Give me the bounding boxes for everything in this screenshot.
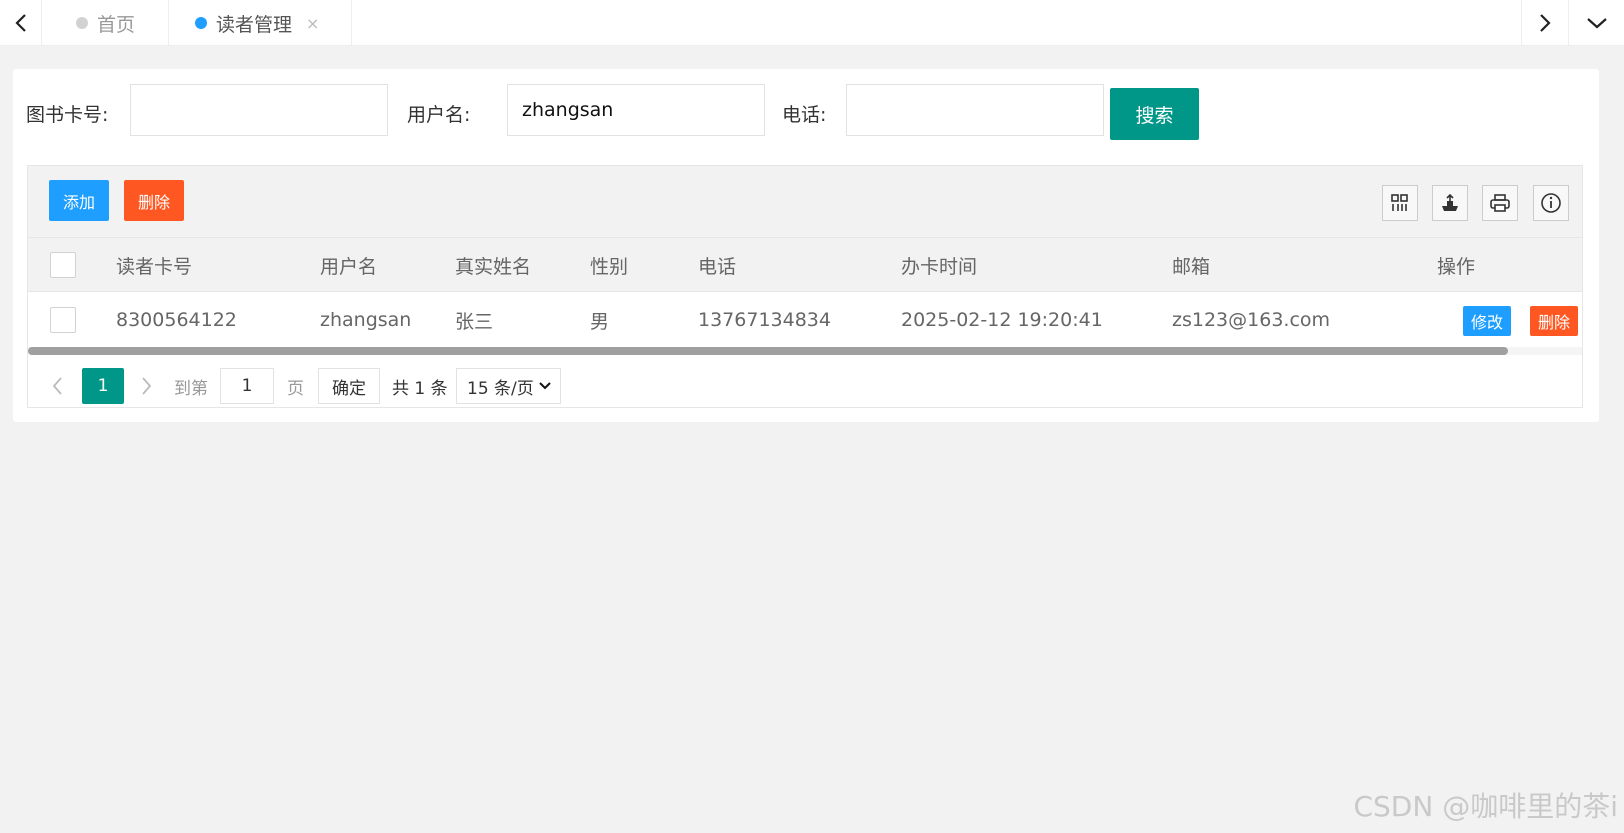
export-button[interactable] [1432, 185, 1468, 221]
phone-label: 电话: [782, 104, 827, 126]
row-checkbox[interactable] [50, 307, 76, 333]
card-number-input[interactable] [130, 84, 388, 136]
table-row[interactable]: 8300564122 zhangsan 张三 男 13767134834 202… [28, 293, 1582, 347]
content-card: 图书卡号: 用户名: 电话: 搜索 添加 删除 读者卡号 [13, 69, 1599, 422]
delete-row-button[interactable]: 删除 [1530, 306, 1579, 336]
column-header: 操作 [1437, 255, 1476, 278]
columns-icon [1391, 194, 1408, 211]
horizontal-scrollbar[interactable] [28, 347, 1582, 355]
current-page[interactable]: 1 [82, 368, 124, 404]
tab-bar: 首页 读者管理 × [0, 0, 1624, 46]
scrollbar-thumb[interactable] [28, 347, 1508, 355]
cell-card-number: 8300564122 [116, 309, 237, 331]
column-header: 邮箱 [1172, 255, 1211, 278]
info-button[interactable] [1533, 185, 1569, 221]
cell-username: zhangsan [320, 309, 412, 331]
info-icon [1541, 193, 1561, 213]
close-icon[interactable]: × [306, 14, 319, 33]
column-header: 读者卡号 [116, 255, 193, 278]
data-table: 添加 删除 读者卡号 用户名 真实姓名 性别 电话 办卡时间 邮箱 操作 830… [27, 165, 1583, 408]
chevron-down-icon [539, 382, 551, 390]
cell-phone: 13767134834 [698, 309, 831, 331]
page-unit-label: 页 [287, 378, 304, 399]
table-toolbar: 添加 删除 [28, 166, 1582, 238]
pagination: 1 到第 页 确定 共 1 条 15 条/页 [28, 356, 1582, 408]
tab-home[interactable]: 首页 [42, 0, 169, 46]
search-button[interactable]: 搜索 [1110, 88, 1199, 140]
chevron-right-icon [142, 377, 152, 395]
tab-menu-button[interactable] [1570, 0, 1624, 46]
chevron-left-icon [14, 14, 26, 32]
table-header: 读者卡号 用户名 真实姓名 性别 电话 办卡时间 邮箱 操作 [28, 238, 1582, 292]
column-header: 用户名 [320, 255, 378, 278]
tab-label: 首页 [97, 13, 136, 36]
goto-label: 到第 [174, 378, 208, 399]
username-label: 用户名: [407, 104, 471, 126]
column-header: 电话 [698, 255, 737, 278]
print-icon [1490, 194, 1510, 212]
tab-scroll-right-button[interactable] [1521, 0, 1569, 46]
page-size-value: 15 条/页 [467, 378, 534, 399]
delete-button[interactable]: 删除 [124, 180, 185, 221]
select-all-checkbox[interactable] [50, 252, 76, 278]
cell-gender: 男 [590, 310, 610, 333]
total-count: 共 1 条 [392, 378, 448, 399]
chevron-left-icon [52, 377, 62, 395]
page-size-select[interactable]: 15 条/页 [456, 368, 561, 404]
cell-card-time: 2025-02-12 19:20:41 [901, 309, 1103, 331]
goto-confirm-button[interactable]: 确定 [318, 368, 380, 404]
column-header: 真实姓名 [455, 255, 532, 278]
edit-row-button[interactable]: 修改 [1463, 306, 1512, 336]
column-header: 性别 [590, 255, 629, 278]
chevron-right-icon [1540, 14, 1551, 32]
tab-status-dot [76, 17, 88, 29]
next-page-button[interactable] [132, 368, 162, 404]
tab-reader-management[interactable]: 读者管理 × [169, 0, 352, 46]
page-number-input[interactable] [220, 368, 274, 404]
columns-filter-button[interactable] [1382, 185, 1418, 221]
phone-input[interactable] [846, 84, 1104, 136]
tab-scroll-left-button[interactable] [0, 0, 42, 46]
cell-real-name: 张三 [455, 310, 494, 333]
column-header: 办卡时间 [901, 255, 978, 278]
add-button[interactable]: 添加 [49, 180, 110, 221]
chevron-down-icon [1587, 18, 1607, 29]
tab-label: 读者管理 [216, 13, 293, 36]
export-icon [1442, 193, 1458, 211]
prev-page-button[interactable] [42, 368, 72, 404]
watermark: CSDN @咖啡里的茶i [1353, 790, 1618, 823]
cell-email: zs123@163.com [1172, 309, 1331, 331]
search-form: 图书卡号: 用户名: 电话: 搜索 [13, 69, 1599, 164]
username-input[interactable] [507, 84, 765, 136]
card-number-label: 图书卡号: [26, 104, 109, 126]
tab-status-dot [195, 17, 207, 29]
print-button[interactable] [1482, 185, 1518, 221]
